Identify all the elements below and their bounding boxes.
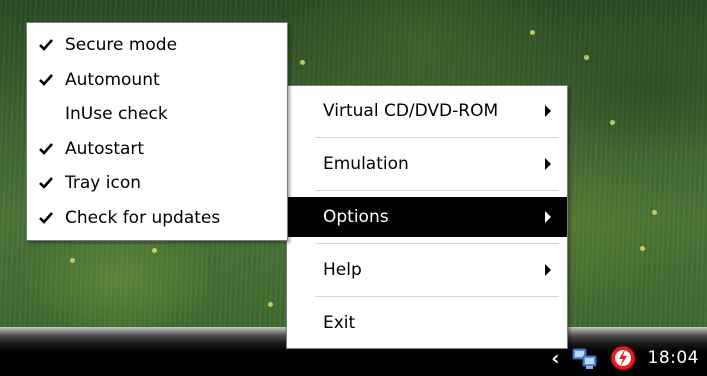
wallpaper-flower xyxy=(610,120,615,125)
option-inuse-check[interactable]: InUse check xyxy=(27,97,287,132)
wallpaper-flower xyxy=(70,258,75,263)
daemon-tools-icon[interactable] xyxy=(610,345,636,371)
option-tray-icon[interactable]: Tray icon xyxy=(27,166,287,201)
option-label: Tray icon xyxy=(65,173,142,194)
wallpaper-flower xyxy=(652,210,657,215)
submenu-arrow-icon xyxy=(545,105,551,117)
option-label: Check for updates xyxy=(65,207,221,228)
submenu-arrow-icon xyxy=(545,211,551,223)
option-label: Autostart xyxy=(65,138,145,159)
menu-item-label: Emulation xyxy=(323,154,409,174)
option-secure-mode[interactable]: Secure mode xyxy=(27,28,287,63)
wallpaper-flower xyxy=(584,55,589,60)
taskbar-clock[interactable]: 18:04 xyxy=(648,348,700,368)
option-label: Secure mode xyxy=(65,35,178,56)
menu-item-label: Exit xyxy=(323,313,356,333)
option-label: Automount xyxy=(65,69,160,90)
show-hidden-icons-chevron-icon[interactable]: ‹ xyxy=(551,348,559,368)
checkmark-icon xyxy=(27,73,65,86)
wallpaper-flower xyxy=(530,30,535,35)
options-submenu: Secure mode Automount InUse check Autost… xyxy=(26,22,288,241)
option-label: InUse check xyxy=(65,104,168,125)
checkmark-icon xyxy=(27,142,65,155)
menu-separator xyxy=(287,237,567,250)
tray-context-menu: Virtual CD/DVD-ROM Emulation Options Hel… xyxy=(286,85,568,349)
menu-item-emulation[interactable]: Emulation xyxy=(287,144,567,184)
menu-item-exit[interactable]: Exit xyxy=(287,303,567,343)
menu-item-label: Options xyxy=(323,207,389,227)
menu-item-label: Virtual CD/DVD-ROM xyxy=(323,101,499,121)
option-check-for-updates[interactable]: Check for updates xyxy=(27,201,287,236)
menu-separator xyxy=(287,290,567,303)
checkmark-icon xyxy=(27,39,65,52)
checkmark-icon xyxy=(27,211,65,224)
network-icon[interactable] xyxy=(572,345,598,371)
wallpaper-flower xyxy=(640,246,645,251)
menu-separator xyxy=(287,184,567,197)
checkmark-icon xyxy=(27,177,65,190)
wallpaper-flower xyxy=(268,302,273,307)
wallpaper-flower xyxy=(152,248,157,253)
menu-item-options[interactable]: Options xyxy=(287,197,567,237)
menu-item-label: Help xyxy=(323,260,362,280)
submenu-arrow-icon xyxy=(545,158,551,170)
menu-separator xyxy=(287,131,567,144)
option-autostart[interactable]: Autostart xyxy=(27,132,287,167)
menu-item-help[interactable]: Help xyxy=(287,250,567,290)
submenu-arrow-icon xyxy=(545,264,551,276)
option-automount[interactable]: Automount xyxy=(27,63,287,98)
wallpaper-flower xyxy=(300,60,305,65)
menu-item-virtual-drive[interactable]: Virtual CD/DVD-ROM xyxy=(287,91,567,131)
